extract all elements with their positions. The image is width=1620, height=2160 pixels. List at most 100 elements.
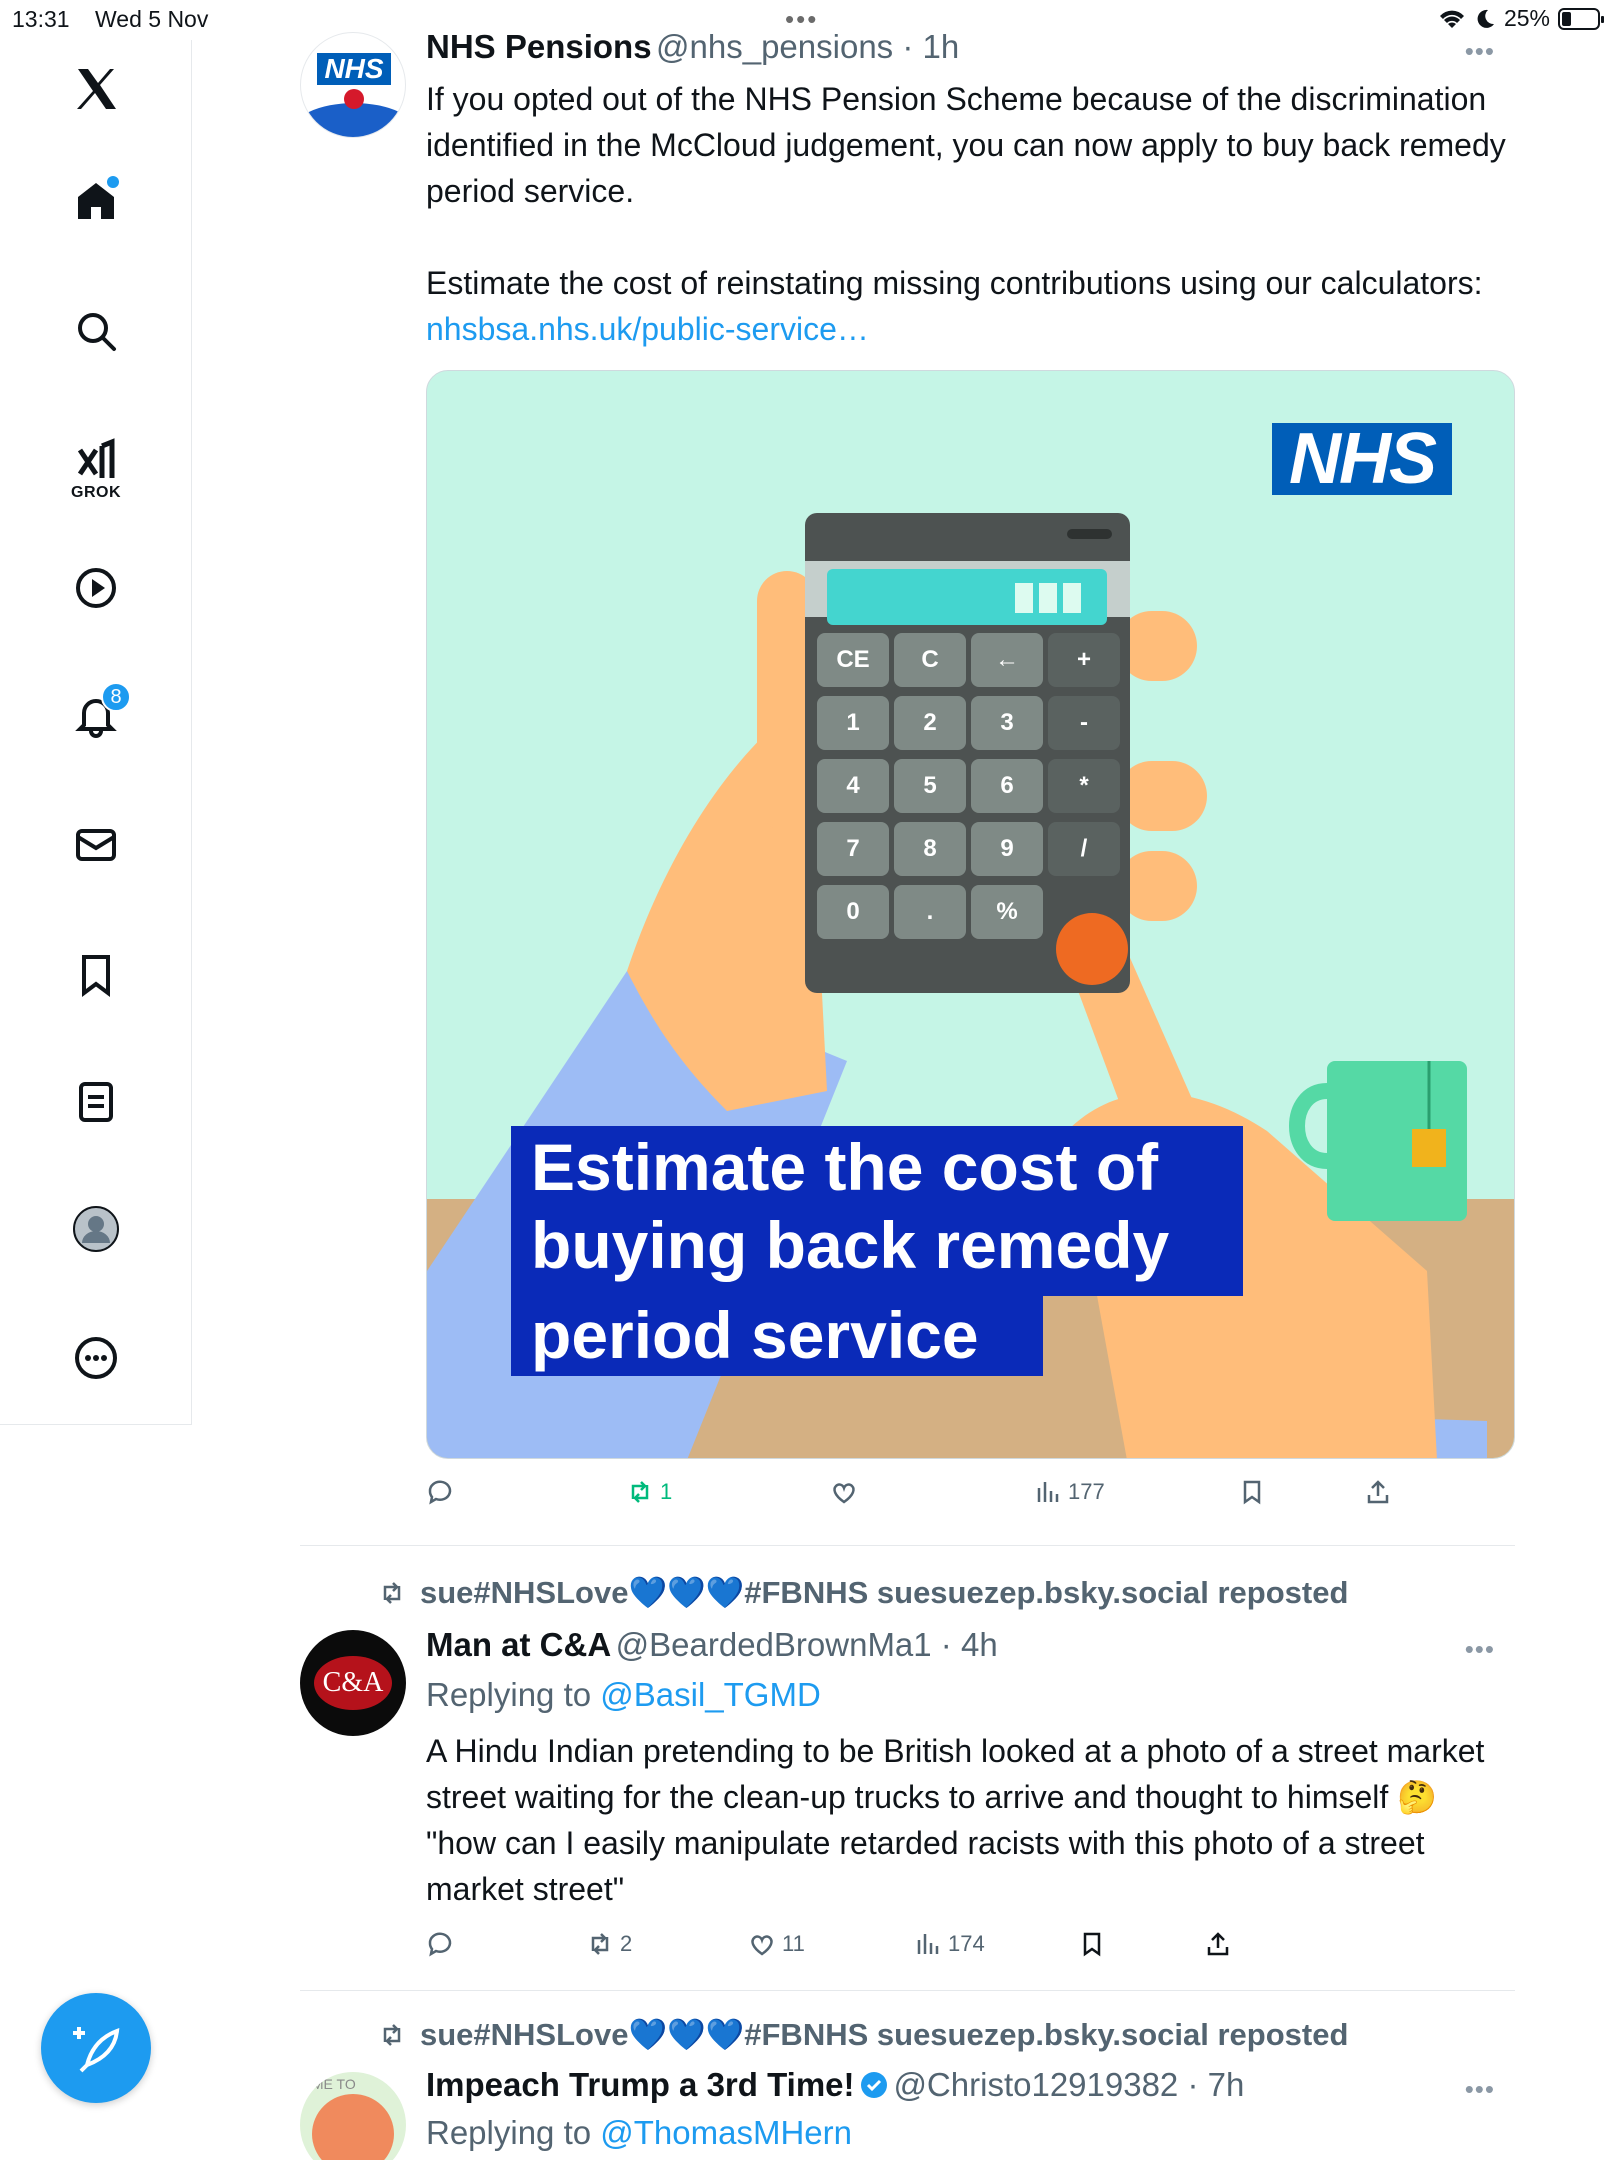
repost-button[interactable]: 2 [586, 1930, 632, 1958]
views-button[interactable]: 177 [1034, 1478, 1105, 1506]
calculator-key: * [1048, 759, 1120, 813]
verified-badge-icon [860, 2072, 887, 2098]
calculator-key: 1 [817, 696, 889, 750]
bookmark-icon [1083, 1932, 1101, 1957]
author-handle[interactable]: @Christo12919382 [893, 2066, 1178, 2103]
repost-count: 1 [660, 1479, 673, 1504]
share-button[interactable] [1204, 1930, 1232, 1958]
video-icon [76, 568, 116, 608]
calculator-key: 9 [971, 822, 1043, 876]
reply-button[interactable] [426, 1930, 460, 1958]
tweet-media-image[interactable]: CE C ← +1 2 3- 4 5 6 * 7 8 9/ 0.% NHS Estimate the co… [426, 370, 1515, 1459]
calculator-key: 7 [817, 822, 889, 876]
author-name[interactable]: Man at C&A [426, 1626, 611, 1663]
nav-video[interactable] [61, 553, 131, 623]
author-name[interactable]: Impeach Trump a 3rd Time! [426, 2066, 855, 2103]
share-icon [1207, 1932, 1229, 1956]
reply-to-handle[interactable]: @ThomasMHern [600, 2114, 852, 2151]
like-button[interactable]: 11 [748, 1930, 805, 1958]
tweet-time[interactable]: 1h [923, 28, 960, 65]
reply-button[interactable] [426, 1478, 460, 1506]
battery-icon [1558, 7, 1604, 30]
repost-context[interactable]: sue#NHSLove💙💙💙#FBNHS suesuezep.bsky.soci… [376, 2016, 1348, 2053]
view-count: 177 [1068, 1479, 1105, 1504]
bookmark-button[interactable] [1078, 1930, 1106, 1958]
tweet-header: Impeach Trump a 3rd Time! @Christo129193… [426, 2066, 1244, 2104]
home-notification-dot [107, 176, 119, 188]
avatar-man-at-ca[interactable]: C&A [300, 1630, 406, 1736]
tweet-header: Man at C&A @BeardedBrownMa1 · 4h [426, 1626, 998, 1664]
avatar-impeach-trump[interactable]: IME TO [300, 2072, 406, 2160]
like-count: 11 [782, 1931, 805, 1956]
like-button[interactable] [830, 1478, 864, 1506]
reply-icon [428, 1480, 452, 1505]
repost-by: sue#NHSLove💙💙💙#FBNHS suesuezep.bsky.soci… [420, 1575, 1349, 1610]
replying-to: Replying to @Basil_TGMD [426, 1676, 821, 1714]
separator-dot: · [1178, 2066, 1208, 2103]
views-button[interactable]: 174 [914, 1930, 985, 1958]
media-headline-line-2: buying back remedy [531, 1208, 1170, 1282]
author-handle[interactable]: @nhs_pensions [656, 28, 893, 65]
views-icon [917, 1934, 939, 1954]
repost-context[interactable]: sue#NHSLove💙💙💙#FBNHS suesuezep.bsky.soci… [376, 1574, 1348, 1611]
replying-to: Replying to @ThomasMHern [426, 2114, 852, 2152]
nav-home[interactable] [61, 166, 131, 236]
tweet-more-icon[interactable]: ••• [1465, 36, 1495, 67]
bookmark-button[interactable] [1238, 1478, 1266, 1506]
tweet-header: NHS Pensions @nhs_pensions · 1h [426, 28, 959, 66]
view-count: 174 [948, 1931, 985, 1956]
more-icon [75, 1337, 117, 1379]
nav-bookmarks[interactable] [61, 940, 131, 1010]
media-headline-box-2: period service [511, 1296, 1043, 1376]
calculator-key: ← [971, 633, 1043, 687]
tweet-time[interactable]: 4h [961, 1626, 998, 1663]
reply-icon [428, 1932, 452, 1957]
nav-messages[interactable] [61, 810, 131, 880]
poppy-icon [344, 89, 364, 109]
nav-more[interactable] [61, 1323, 131, 1393]
x-logo-button[interactable] [61, 54, 131, 124]
nav-grok[interactable]: GROK [61, 425, 131, 515]
tweet-actions: 2 11 174 [426, 1930, 1426, 1970]
avatar-nhs-pensions[interactable]: NHS [300, 32, 406, 138]
tweet-link[interactable]: nhsbsa.nhs.uk/public-service… [426, 311, 869, 347]
tweet-more-icon[interactable]: ••• [1465, 1634, 1495, 1665]
nav-profile[interactable] [61, 1194, 131, 1264]
separator-dot: · [931, 1626, 961, 1663]
tweet-time[interactable]: 7h [1208, 2066, 1245, 2103]
calculator-key: C [894, 633, 966, 687]
repost-by: sue#NHSLove💙💙💙#FBNHS suesuezep.bsky.soci… [420, 2017, 1349, 2052]
x-logo-icon [77, 69, 116, 109]
repost-icon [383, 1581, 401, 1604]
heart-icon [751, 1935, 773, 1956]
share-button[interactable] [1364, 1478, 1392, 1506]
repost-icon [383, 2023, 401, 2046]
repost-icon [591, 1933, 609, 1955]
calculator-key: + [1048, 633, 1120, 687]
repost-button[interactable]: 1 [626, 1478, 672, 1506]
avatar-caption: IME TO [308, 2076, 356, 2092]
bookmark-icon [1243, 1480, 1261, 1505]
tweet-text: A Hindu Indian pretending to be British … [426, 1733, 1485, 1907]
reply-to-handle[interactable]: @Basil_TGMD [600, 1676, 821, 1713]
nav-search[interactable] [61, 296, 131, 366]
compose-icon [73, 2027, 120, 2073]
status-time: 13:31 [12, 6, 70, 32]
repost-icon [631, 1481, 649, 1503]
calculator-key: / [1048, 822, 1120, 876]
nav-notifications[interactable]: 8 [61, 680, 131, 750]
tweet-more-icon[interactable]: ••• [1465, 2074, 1495, 2105]
avatar-face [312, 2094, 394, 2160]
author-name[interactable]: NHS Pensions [426, 28, 652, 65]
bookmark-icon [82, 955, 110, 997]
tweet-actions: 1 177 [426, 1478, 1426, 1518]
tweet-divider [300, 1990, 1515, 1991]
heart-icon [833, 1483, 855, 1504]
calculator-key: 0 [817, 885, 889, 939]
compose-button[interactable] [41, 1993, 151, 2103]
nav-lists[interactable] [61, 1067, 131, 1137]
calculator-key: - [1048, 696, 1120, 750]
author-handle[interactable]: @BeardedBrownMa1 [616, 1626, 932, 1663]
calculator-key: CE [817, 633, 889, 687]
moon-icon [1477, 9, 1494, 28]
